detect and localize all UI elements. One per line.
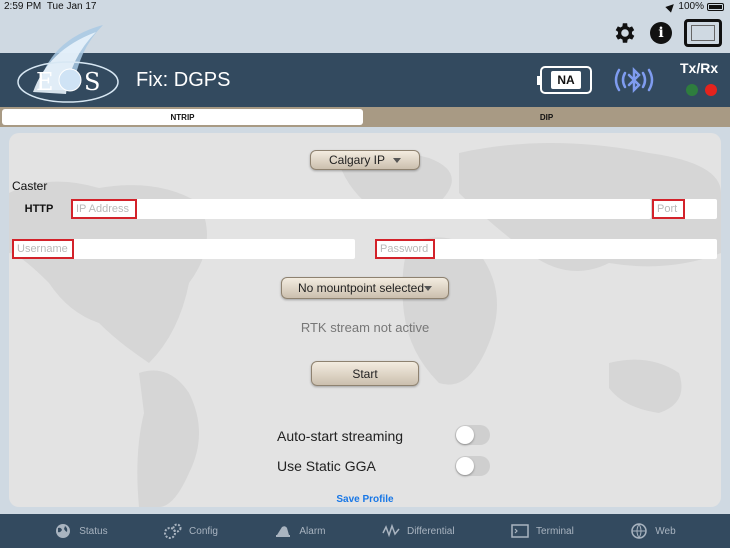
- rx-led: [705, 84, 717, 96]
- status-time: 2:59 PM Tue Jan 17: [4, 1, 97, 12]
- info-icon[interactable]: i: [650, 22, 672, 44]
- tab-bar: NTRIP DIP: [0, 107, 730, 127]
- battery-percent: 100%: [678, 1, 704, 12]
- password-input[interactable]: Password: [375, 239, 435, 259]
- nav-config-label: Config: [189, 525, 218, 537]
- ip-address-input[interactable]: IP Address: [71, 199, 137, 219]
- txrx-label: Tx/Rx: [680, 60, 719, 76]
- gears-icon: [164, 523, 182, 539]
- battery-icon: [707, 2, 724, 11]
- chevron-down-icon: [424, 285, 433, 291]
- caster-preset-value: Calgary IP: [328, 153, 386, 167]
- eos-logo: E S: [17, 25, 119, 103]
- nav-web-label: Web: [655, 525, 676, 537]
- chevron-down-icon: [393, 157, 402, 163]
- differential-icon: [382, 523, 400, 538]
- caster-label: Caster: [12, 179, 48, 193]
- nav-status[interactable]: Status: [54, 523, 108, 539]
- protocol-label: HTTP: [24, 203, 54, 215]
- nav-alarm[interactable]: Alarm: [274, 523, 326, 539]
- gear-icon[interactable]: [612, 20, 638, 46]
- static-gga-label: Use Static GGA: [277, 458, 376, 474]
- bottom-nav: Status Config Alarm Differential Termina…: [0, 514, 730, 548]
- nav-alarm-label: Alarm: [299, 525, 326, 537]
- start-button[interactable]: Start: [311, 361, 419, 386]
- top-icons: i: [612, 14, 722, 52]
- auto-start-label: Auto-start streaming: [277, 428, 404, 444]
- nav-differential-label: Differential: [406, 525, 455, 537]
- mountpoint-value: No mountpoint selected: [297, 281, 425, 295]
- tablet-rotate-icon[interactable]: [684, 19, 722, 47]
- tab-dip[interactable]: DIP: [365, 109, 728, 125]
- nav-web[interactable]: Web: [630, 523, 676, 539]
- fix-title: Fix: DGPS: [136, 69, 231, 91]
- nav-status-label: Status: [79, 525, 108, 537]
- static-gga-toggle[interactable]: [455, 456, 490, 476]
- tx-led: [686, 84, 698, 96]
- alarm-icon: [276, 526, 291, 537]
- terminal-icon: [511, 524, 529, 538]
- auto-start-toggle[interactable]: [455, 425, 490, 445]
- caster-preset-dropdown[interactable]: Calgary IP: [310, 150, 420, 170]
- nav-terminal[interactable]: Terminal: [511, 523, 574, 539]
- location-icon: [665, 0, 678, 13]
- ip-address-field[interactable]: [71, 199, 651, 219]
- nav-config[interactable]: Config: [164, 523, 218, 539]
- svg-text:E: E: [36, 68, 54, 96]
- tab-ntrip[interactable]: NTRIP: [2, 109, 363, 125]
- bluetooth-icon[interactable]: [612, 64, 656, 96]
- mountpoint-dropdown[interactable]: No mountpoint selected: [281, 277, 449, 299]
- ntrip-panel: Calgary IP Caster HTTP IP Address Port U…: [9, 133, 721, 507]
- ios-status-bar: 2:59 PM Tue Jan 17 100%: [0, 0, 730, 14]
- globe-icon: [56, 524, 71, 538]
- status-right: 100%: [665, 0, 724, 13]
- save-profile-link[interactable]: Save Profile: [9, 494, 721, 505]
- www-icon: [631, 523, 648, 539]
- nav-differential[interactable]: Differential: [382, 523, 455, 539]
- nav-terminal-label: Terminal: [536, 525, 574, 537]
- na-badge: NA: [537, 66, 592, 94]
- svg-text:S: S: [84, 68, 100, 96]
- username-input[interactable]: Username: [12, 239, 74, 259]
- port-input[interactable]: Port: [652, 199, 685, 219]
- rtk-status-text: RTK stream not active: [300, 320, 430, 335]
